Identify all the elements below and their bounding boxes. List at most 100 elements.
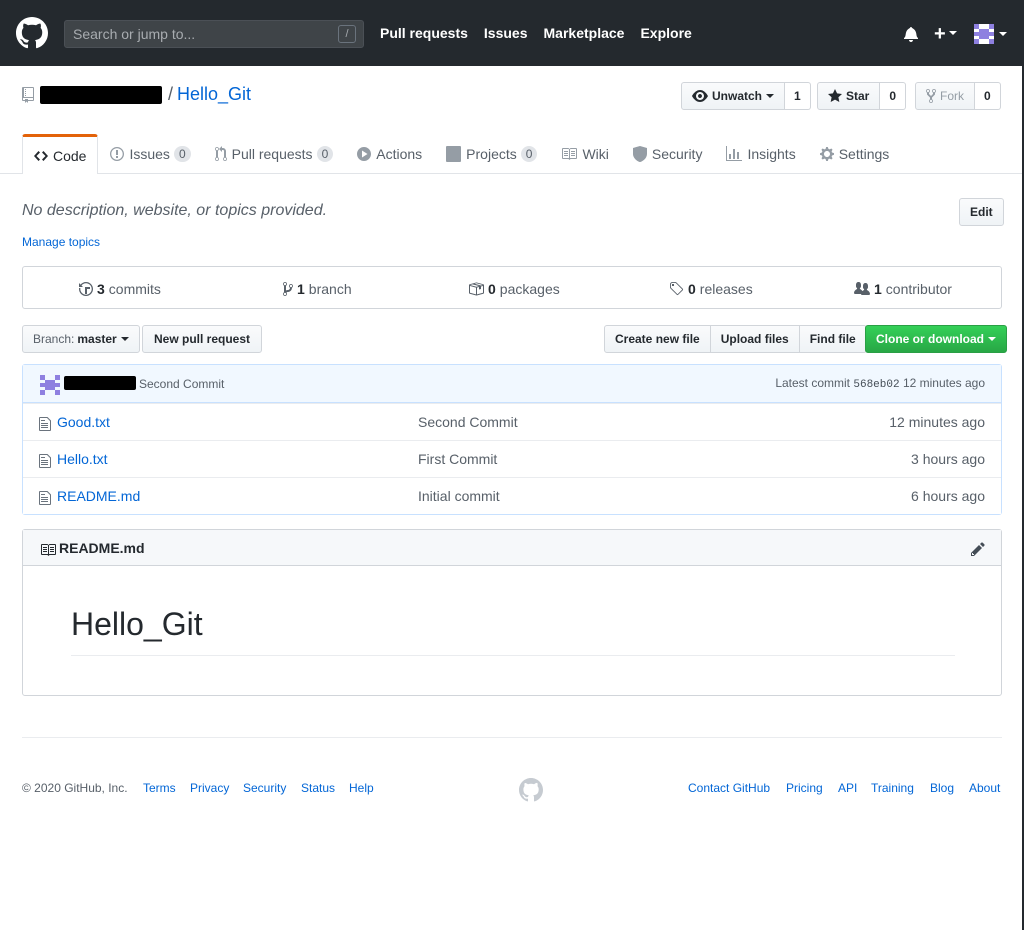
tab-wiki[interactable]: Wiki [549,134,620,174]
tab-pull-requests-label: Pull requests [231,146,313,162]
footer-link-about[interactable]: About [969,781,1000,795]
tab-insights[interactable]: Insights [714,134,807,174]
footer-link-pricing[interactable]: Pricing [786,781,823,795]
repo-name-link[interactable]: Hello_Git [177,84,251,105]
numbers-summary: 3 commits 1 branch 0 packages 0 releases… [22,266,1002,309]
fork-icon [926,88,936,104]
chevron-down-icon [766,94,775,98]
branches-link[interactable]: 1 branch [283,281,352,297]
tab-pull-requests[interactable]: Pull requests 0 [203,134,346,174]
tab-security-label: Security [651,146,703,162]
fork-count[interactable]: 0 [975,82,1001,110]
commit-age: 12 minutes ago [902,376,985,390]
file-icon [39,454,51,468]
repo-title: / Hello_Git [22,84,251,105]
project-icon [446,146,462,162]
footer-link-security[interactable]: Security [243,781,286,795]
global-header: Search or jump to... / Pull requests Iss… [0,0,1022,66]
header-nav: Pull requests Issues Marketplace Explore [380,25,708,41]
chevron-down-icon [120,337,129,341]
file-row: Hello.txt First Commit 3 hours ago [23,440,1001,477]
repo-tabs: Code Issues 0 Pull requests 0 Actions Pr… [22,134,901,174]
tab-code[interactable]: Code [22,134,99,174]
file-actions-group: Create new file Upload files Find file [604,325,867,353]
footer-link-blog[interactable]: Blog [930,781,954,795]
file-commit-message[interactable]: First Commit [418,451,497,467]
github-mark-icon[interactable] [519,778,543,802]
nav-issues[interactable]: Issues [484,25,528,41]
nav-explore[interactable]: Explore [640,25,691,41]
create-new-file-button[interactable]: Create new file [604,325,711,353]
chevron-down-icon [988,337,996,341]
history-icon [79,282,93,296]
branch-select-button[interactable]: Branch: master [22,325,140,353]
footer-link-privacy[interactable]: Privacy [190,781,229,795]
new-pull-request-button[interactable]: New pull request [142,325,263,353]
packages-link[interactable]: 0 packages [468,281,560,297]
package-icon [469,282,484,296]
file-commit-message[interactable]: Initial commit [418,488,500,504]
file-list: Second Commit Latest commit 568eb02 12 m… [22,364,1002,515]
contributors-link[interactable]: 1 contributor [854,281,952,297]
star-button[interactable]: Star [817,82,881,110]
tab-wiki-label: Wiki [582,146,609,162]
commits-count: 3 [97,281,105,297]
watch-count[interactable]: 1 [785,82,811,110]
tab-settings[interactable]: Settings [808,134,902,174]
readme-heading: Hello_Git [71,606,203,642]
file-name-link[interactable]: Good.txt [57,414,110,430]
repo-icon [22,86,34,103]
footer-link-training[interactable]: Training [871,781,914,795]
footer-link-terms[interactable]: Terms [143,781,176,795]
footer-link-api[interactable]: API [838,781,857,795]
branch-name: master [77,332,117,346]
watch-group: Unwatch 1 [681,82,811,110]
commit-tease: Second Commit Latest commit 568eb02 12 m… [23,365,1001,403]
contributor-count: 1 [874,281,882,297]
commit-author-redacted[interactable] [64,376,136,390]
readme-box: README.md Hello_Git [22,529,1002,696]
fork-button[interactable]: Fork [915,82,975,110]
footer-link-status[interactable]: Status [301,781,335,795]
footer-link-help[interactable]: Help [349,781,374,795]
tab-actions[interactable]: Actions [345,134,434,174]
manage-topics-link[interactable]: Manage topics [22,235,100,249]
create-new-menu[interactable]: + [934,24,957,44]
nav-marketplace[interactable]: Marketplace [544,25,625,41]
releases-label: releases [699,281,753,297]
github-logo-icon[interactable] [16,17,48,49]
unwatch-button[interactable]: Unwatch [681,82,786,110]
file-commit-message[interactable]: Second Commit [418,414,518,430]
releases-link[interactable]: 0 releases [669,281,753,297]
tab-pull-requests-count: 0 [316,146,334,162]
file-name-link[interactable]: Hello.txt [57,451,108,467]
commits-link[interactable]: 3 commits [79,281,161,297]
shield-icon [632,146,647,162]
owner-name-redacted[interactable] [40,85,162,104]
tab-projects[interactable]: Projects 0 [434,134,549,174]
tab-security[interactable]: Security [621,134,715,174]
tab-projects-count: 0 [520,146,538,162]
fork-label: Fork [940,89,964,103]
book-icon [562,148,578,160]
commit-sha[interactable]: 568eb02 [853,379,899,391]
edit-button[interactable]: Edit [959,198,1004,226]
footer-link-contact[interactable]: Contact GitHub [688,781,770,795]
clone-or-download-button[interactable]: Clone or download [865,325,1007,353]
branch-prefix: Branch: [33,332,75,346]
tab-issues[interactable]: Issues 0 [98,134,202,174]
upload-files-button[interactable]: Upload files [709,325,800,353]
pencil-icon[interactable] [971,541,985,557]
user-menu[interactable] [974,24,1007,44]
file-row: Good.txt Second Commit 12 minutes ago [23,403,1001,440]
find-file-button[interactable]: Find file [798,325,867,353]
author-avatar[interactable] [40,375,60,395]
nav-pull-requests[interactable]: Pull requests [380,25,468,41]
commit-message[interactable]: Second Commit [139,377,224,391]
star-count[interactable]: 0 [880,82,907,110]
star-label: Star [846,89,870,103]
file-name-link[interactable]: README.md [57,488,140,504]
notifications-bell-icon[interactable] [904,26,918,42]
search-input[interactable]: Search or jump to... / [64,20,364,48]
clone-label: Clone or download [876,332,984,346]
